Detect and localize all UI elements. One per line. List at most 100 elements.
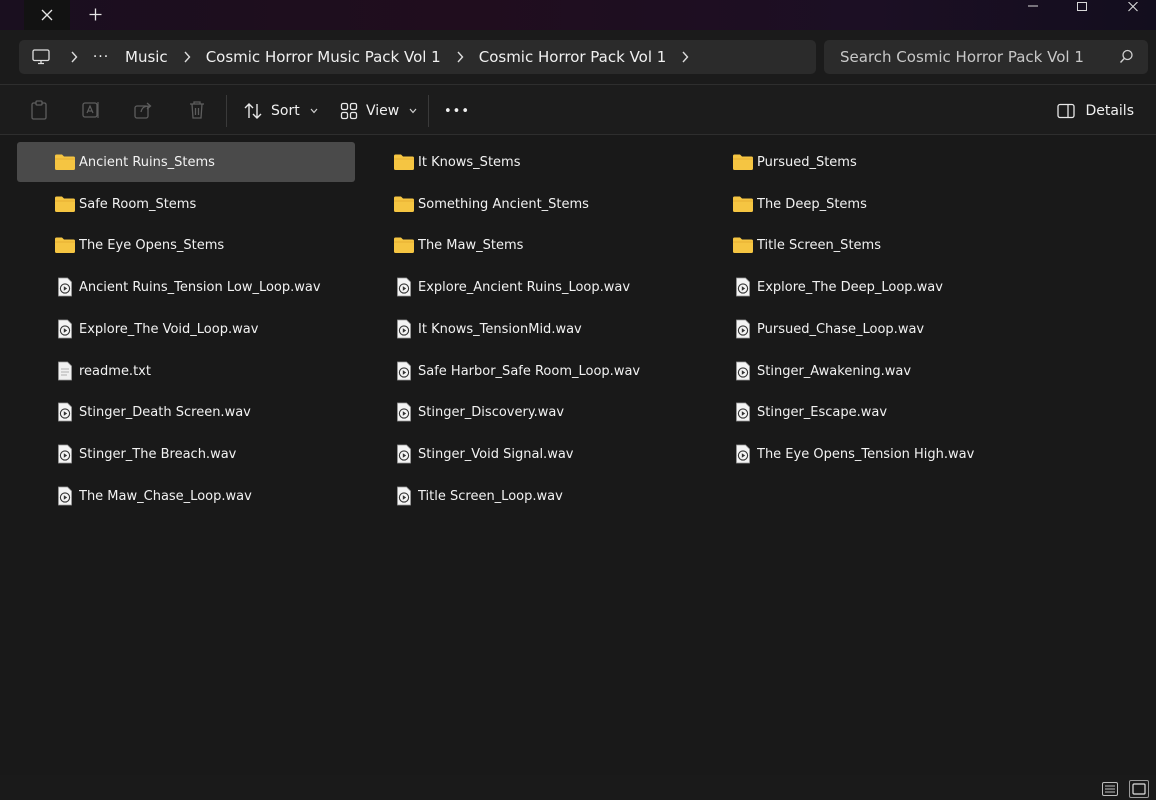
tab-close-button[interactable] xyxy=(24,0,70,30)
minimize-icon xyxy=(1028,5,1038,7)
folder-item[interactable]: It Knows_Stems xyxy=(356,142,694,182)
breadcrumb-segment-current[interactable]: Cosmic Horror Pack Vol 1 xyxy=(471,48,675,66)
maximize-button[interactable] xyxy=(1059,0,1105,14)
chevron-right-icon[interactable] xyxy=(63,51,85,63)
file-list[interactable]: Ancient Ruins_Stems It Knows_Stems Pursued… xyxy=(0,135,1156,775)
status-bar xyxy=(0,775,1156,800)
folder-icon xyxy=(731,152,755,172)
file-item[interactable]: Stinger_Awakening.wav xyxy=(695,351,1033,391)
share-icon xyxy=(134,102,152,119)
file-item[interactable]: The Eye Opens_Tension High.wav xyxy=(695,434,1033,474)
monitor-icon xyxy=(32,49,50,65)
audio-file-icon xyxy=(53,444,77,464)
audio-file-icon xyxy=(731,319,755,339)
tiles-view-toggle[interactable] xyxy=(1129,780,1149,798)
chevron-right-icon[interactable] xyxy=(176,51,198,63)
item-label: Stinger_Discovery.wav xyxy=(418,404,565,420)
file-item[interactable]: The Maw_Chase_Loop.wav xyxy=(17,476,355,516)
item-label: Stinger_Escape.wav xyxy=(757,404,888,420)
audio-file-icon xyxy=(731,361,755,381)
folder-icon xyxy=(392,194,416,214)
rename-button[interactable] xyxy=(80,99,102,121)
audio-file-icon xyxy=(392,402,416,422)
close-icon xyxy=(1128,2,1138,12)
minimize-button[interactable] xyxy=(1010,0,1056,14)
folder-item[interactable]: The Deep_Stems xyxy=(695,184,1033,224)
window-close-button[interactable] xyxy=(1110,0,1156,14)
clipboard-icon xyxy=(31,100,47,120)
audio-file-icon xyxy=(53,319,77,339)
file-item[interactable]: Title Screen_Loop.wav xyxy=(356,476,694,516)
folder-item[interactable]: Something Ancient_Stems xyxy=(356,184,694,224)
delete-button[interactable] xyxy=(186,99,208,121)
file-item[interactable]: It Knows_TensionMid.wav xyxy=(356,309,694,349)
file-item[interactable]: Explore_The Void_Loop.wav xyxy=(17,309,355,349)
item-label: Pursued_Chase_Loop.wav xyxy=(757,321,925,337)
view-button[interactable]: View xyxy=(340,97,417,125)
item-label: Stinger_Death Screen.wav xyxy=(79,404,251,420)
title-bar xyxy=(0,0,1156,30)
item-label: Stinger_Awakening.wav xyxy=(757,363,912,379)
file-item[interactable]: Stinger_Void Signal.wav xyxy=(356,434,694,474)
folder-icon xyxy=(53,194,77,214)
item-label: Title Screen_Loop.wav xyxy=(418,488,563,504)
item-label: Stinger_Void Signal.wav xyxy=(418,446,574,462)
sort-button[interactable]: Sort xyxy=(243,97,318,125)
details-view-toggle[interactable] xyxy=(1100,780,1120,798)
view-label: View xyxy=(366,103,400,119)
audio-file-icon xyxy=(392,277,416,297)
details-pane-button[interactable]: Details xyxy=(1057,97,1134,125)
breadcrumb-overflow-button[interactable]: ··· xyxy=(85,49,117,65)
command-bar: Sort View ••• Details xyxy=(0,84,1156,135)
item-label: The Maw_Chase_Loop.wav xyxy=(79,488,252,504)
sort-icon xyxy=(244,103,262,119)
file-item[interactable]: Stinger_Escape.wav xyxy=(695,392,1033,432)
new-tab-button[interactable] xyxy=(80,0,110,28)
audio-file-icon xyxy=(731,277,755,297)
search-input[interactable]: Search Cosmic Horror Pack Vol 1 xyxy=(824,40,1148,74)
item-label: Explore_Ancient Ruins_Loop.wav xyxy=(418,279,631,295)
item-label: readme.txt xyxy=(79,363,151,379)
folder-item[interactable]: Pursued_Stems xyxy=(695,142,1033,182)
item-label: Explore_The Void_Loop.wav xyxy=(79,321,259,337)
item-label: It Knows_Stems xyxy=(418,154,521,170)
file-item[interactable]: Pursued_Chase_Loop.wav xyxy=(695,309,1033,349)
audio-file-icon xyxy=(392,444,416,464)
paste-button[interactable] xyxy=(28,99,50,121)
this-pc-button[interactable] xyxy=(19,40,63,74)
share-button[interactable] xyxy=(132,99,154,121)
item-label: Stinger_The Breach.wav xyxy=(79,446,237,462)
item-label: The Deep_Stems xyxy=(757,196,867,212)
breadcrumb[interactable]: ··· Music Cosmic Horror Music Pack Vol 1… xyxy=(19,40,816,74)
maximize-icon xyxy=(1077,2,1087,11)
item-label: Safe Room_Stems xyxy=(79,196,197,212)
folder-item[interactable]: The Maw_Stems xyxy=(356,225,694,265)
see-more-button[interactable]: ••• xyxy=(444,97,470,125)
item-label: Ancient Ruins_Tension Low_Loop.wav xyxy=(79,279,321,295)
file-item[interactable]: Stinger_The Breach.wav xyxy=(17,434,355,474)
file-item[interactable]: Ancient Ruins_Tension Low_Loop.wav xyxy=(17,267,355,307)
folder-item[interactable]: Ancient Ruins_Stems xyxy=(17,142,355,182)
audio-file-icon xyxy=(392,361,416,381)
file-item[interactable]: readme.txt xyxy=(17,351,355,391)
folder-item[interactable]: Title Screen_Stems xyxy=(695,225,1033,265)
item-label: Pursued_Stems xyxy=(757,154,857,170)
file-item[interactable]: Stinger_Death Screen.wav xyxy=(17,392,355,432)
file-item[interactable]: Stinger_Discovery.wav xyxy=(356,392,694,432)
folder-item[interactable]: The Eye Opens_Stems xyxy=(17,225,355,265)
file-item[interactable]: Explore_Ancient Ruins_Loop.wav xyxy=(356,267,694,307)
chevron-right-icon[interactable] xyxy=(674,51,696,63)
file-item[interactable]: Explore_The Deep_Loop.wav xyxy=(695,267,1033,307)
address-row: ··· Music Cosmic Horror Music Pack Vol 1… xyxy=(0,30,1156,84)
folder-icon xyxy=(53,152,77,172)
breadcrumb-segment-music[interactable]: Music xyxy=(117,48,176,66)
folder-item[interactable]: Safe Room_Stems xyxy=(17,184,355,224)
folder-icon xyxy=(731,194,755,214)
breadcrumb-segment-pack[interactable]: Cosmic Horror Music Pack Vol 1 xyxy=(198,48,449,66)
item-label: Ancient Ruins_Stems xyxy=(79,154,215,170)
grid-view-icon xyxy=(340,102,358,120)
chevron-right-icon[interactable] xyxy=(449,51,471,63)
audio-file-icon xyxy=(731,402,755,422)
search-placeholder: Search Cosmic Horror Pack Vol 1 xyxy=(840,48,1084,66)
file-item[interactable]: Safe Harbor_Safe Room_Loop.wav xyxy=(356,351,694,391)
